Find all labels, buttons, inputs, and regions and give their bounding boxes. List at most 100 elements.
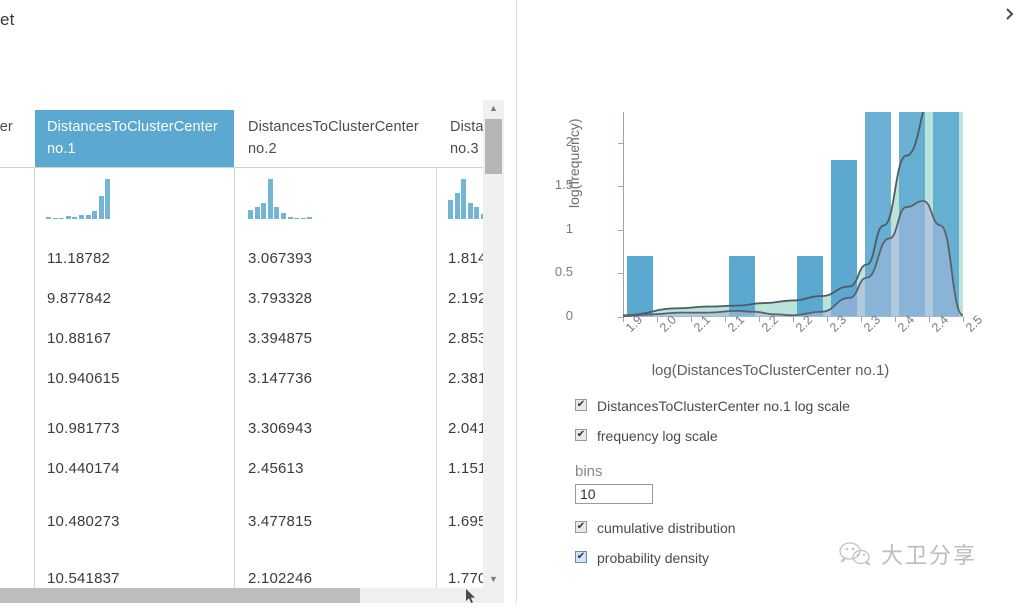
sparkline-bar <box>474 207 480 219</box>
column-header-1[interactable]: DistancesToClusterCenter no.1 <box>35 110 234 167</box>
sparkline-bar <box>105 179 111 219</box>
table-row: 1.770 <box>448 570 487 587</box>
table-row: 2.041 <box>448 420 487 437</box>
x-tick-mark <box>691 317 692 322</box>
x-tick-mark <box>827 317 828 322</box>
horizontal-scroll-thumb[interactable] <box>0 588 360 603</box>
table-row: 3.477815 <box>248 513 313 530</box>
scroll-down-arrow-icon[interactable]: ▼ <box>483 571 504 588</box>
chart-controls: ✔ DistancesToClusterCenter no.1 log scal… <box>575 398 875 580</box>
y-tick-label: 0.5 <box>554 264 573 280</box>
sparkline-bar <box>92 210 98 219</box>
x-tick-mark <box>895 317 896 322</box>
label-probability-density: probability density <box>597 550 710 566</box>
table-row: 11.18782 <box>47 250 111 267</box>
table-row: 3.147736 <box>248 370 313 387</box>
x-tick-mark <box>929 317 930 322</box>
bins-label: bins <box>575 463 603 480</box>
sparkline-bar <box>65 215 71 219</box>
table-row: 10.440174 <box>47 460 120 477</box>
x-tick-mark <box>623 317 624 322</box>
checkbox-x-log-scale[interactable]: ✔ <box>575 399 587 411</box>
table-horizontal-scrollbar[interactable] <box>0 588 504 603</box>
sparkline-bar <box>287 216 293 219</box>
x-tick-mark <box>793 317 794 322</box>
column-separator-2 <box>436 167 437 588</box>
label-cumulative-distribution: cumulative distribution <box>597 520 736 536</box>
x-tick-mark <box>657 317 658 322</box>
chevron-right-glyph <box>1006 8 1014 20</box>
sparkline-bar <box>79 214 84 219</box>
sparkline-bar <box>294 217 300 219</box>
x-tick-mark <box>725 317 726 322</box>
sparkline-bar <box>261 202 267 219</box>
checkbox-row-density[interactable]: ✔ probability density <box>575 550 875 567</box>
bins-input[interactable] <box>575 484 653 504</box>
x-tick-mark <box>963 317 964 322</box>
table-vertical-scrollbar[interactable]: ▲ ▼ <box>483 100 504 588</box>
data-table[interactable]: DistancesToClusterCenter DistancesToClus… <box>0 100 504 588</box>
column-header-0[interactable]: DistancesToClusterCenter <box>0 110 25 167</box>
chart-x-axis-label: log(DistancesToClusterCenter no.1) <box>651 362 890 379</box>
scroll-up-arrow-icon[interactable]: ▲ <box>483 100 504 117</box>
chart-overlay <box>623 112 963 317</box>
sparkline-bar <box>85 214 91 219</box>
table-row: 2.853 <box>448 330 487 347</box>
vertical-scroll-thumb[interactable] <box>485 119 502 174</box>
checkbox-frequency-log-scale[interactable]: ✔ <box>575 429 587 441</box>
table-row: 2.45613 <box>248 460 304 477</box>
sparkline-bar <box>454 193 460 219</box>
sparkline-bar <box>254 207 260 219</box>
table-row: 2.192 <box>448 290 487 307</box>
sparkline-row <box>0 168 504 223</box>
checkbox-probability-density[interactable]: ✔ <box>575 551 587 563</box>
sparkline-bar <box>46 216 51 219</box>
checkbox-row-x-log-scale[interactable]: ✔ DistancesToClusterCenter no.1 log scal… <box>575 398 875 415</box>
sparkline-bar <box>267 179 273 219</box>
sparkline-bar <box>59 217 65 219</box>
sparkline-bar <box>461 179 467 219</box>
table-row: 2.381 <box>448 370 487 387</box>
x-tick-mark <box>759 317 760 322</box>
sparkline-bar <box>274 207 280 219</box>
sparkline-bar <box>52 217 58 219</box>
sparkline-bar <box>448 200 453 219</box>
chart-y-axis-label: log(frequency) <box>566 118 582 209</box>
column-header-2[interactable]: DistancesToClusterCenter no.2 <box>236 110 436 167</box>
y-tick-label: 2 <box>565 133 573 149</box>
x-tick-label: 2.5 <box>963 312 986 335</box>
table-row: 3.394875 <box>248 330 313 347</box>
table-row: 3.793328 <box>248 290 313 307</box>
cut-off-title-text: et <box>0 10 15 29</box>
sparkline-bar <box>281 213 286 219</box>
table-row: 10.981773 <box>47 420 120 437</box>
sparkline-bar <box>307 216 313 219</box>
table-row: 10.88167 <box>47 330 112 347</box>
checkbox-row-frequency-log-scale[interactable]: ✔ frequency log scale <box>575 428 875 445</box>
label-x-log-scale: DistancesToClusterCenter no.1 log scale <box>597 398 850 414</box>
table-row: 2.102246 <box>248 570 313 587</box>
table-header-row: DistancesToClusterCenter DistancesToClus… <box>0 100 504 167</box>
table-row: 3.067393 <box>248 250 313 267</box>
panel-divider <box>516 0 517 603</box>
histogram-panel: log(frequency) 0 0.5 1 1.5 2 1.9 2.0 2.1 2.1 2.2… <box>518 100 1023 603</box>
table-row: 10.480273 <box>47 513 120 530</box>
sparkline-bar <box>72 216 78 219</box>
chart-plot-area <box>623 112 963 317</box>
table-row: 9.877842 <box>47 290 112 307</box>
column-separator-0 <box>34 167 35 588</box>
watermark: 大卫分享 <box>838 538 977 570</box>
label-frequency-log-scale: frequency log scale <box>597 428 718 444</box>
table-row: 3.306943 <box>248 420 313 437</box>
sparkline-bar <box>467 202 473 219</box>
table-row: 1.695 <box>448 513 487 530</box>
table-row: 10.940615 <box>47 370 120 387</box>
sparkline-col-2 <box>248 173 408 219</box>
watermark-text: 大卫分享 <box>881 544 978 569</box>
y-tick-label: 0 <box>565 308 573 323</box>
checkbox-cumulative-distribution[interactable]: ✔ <box>575 521 587 533</box>
checkbox-row-cumulative[interactable]: ✔ cumulative distribution <box>575 520 875 537</box>
y-tick-label: 1.5 <box>554 177 573 193</box>
table-row: 1.814 <box>448 250 487 267</box>
chevron-right-icon[interactable] <box>1003 8 1017 22</box>
